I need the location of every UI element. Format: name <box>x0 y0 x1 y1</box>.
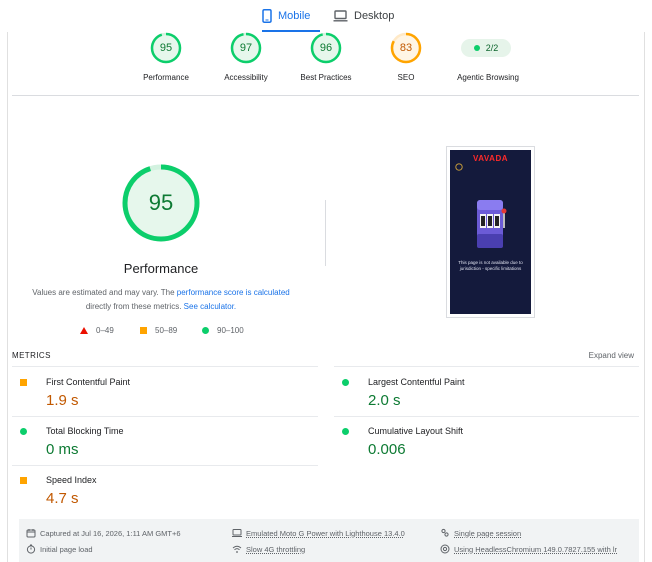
metric-tbt-name: Total Blocking Time <box>46 426 124 436</box>
note-text-2: directly from these metrics. <box>85 302 184 311</box>
calendar-icon <box>26 528 36 538</box>
slot-machine-icon <box>477 200 507 248</box>
pass-circle-icon <box>342 428 349 435</box>
metrics-divider-right-2 <box>334 416 639 417</box>
footer-browser[interactable]: Using HeadlessChromium 149.0.7827.155 wi… <box>440 544 617 554</box>
legend-fail: 0–49 <box>80 325 114 335</box>
footer-throttling[interactable]: Slow 4G throttling <box>232 544 305 554</box>
note-text-1: Values are estimated and may vary. The <box>32 288 177 297</box>
metric-cls-value: 0.006 <box>368 441 406 458</box>
metric-si-name: Speed Index <box>46 475 97 485</box>
average-square-icon <box>140 326 147 334</box>
footer-session-text: Single page session <box>454 528 522 538</box>
pass-circle-icon <box>202 326 209 334</box>
screenshot-brand-logo: VAVADA <box>473 154 508 163</box>
performance-score-link[interactable]: performance score is calculated <box>177 288 290 297</box>
footer-captured: Captured at Jul 16, 2026, 1:11 AM GMT+6 <box>26 528 181 538</box>
final-screenshot[interactable]: VAVADA This page is not available due to… <box>446 146 535 318</box>
gauge-best-practices-value: 96 <box>319 42 333 54</box>
see-calculator-link[interactable]: See calculator. <box>184 302 236 311</box>
chromium-icon <box>440 544 450 554</box>
gauge-agentic-label: Agentic Browsing <box>457 73 519 82</box>
metrics-divider-left-2 <box>12 416 318 417</box>
legend-average: 50–89 <box>140 325 177 335</box>
header-divider <box>12 95 639 96</box>
device-icon <box>232 528 242 538</box>
gauge-performance[interactable]: 95 Performance <box>126 32 206 92</box>
average-square-icon <box>20 379 27 386</box>
final-screenshot-screen: VAVADA This page is not available due to… <box>450 150 531 314</box>
metric-fcp-name: First Contentful Paint <box>46 377 131 387</box>
gauge-seo[interactable]: 83 SEO <box>366 32 446 92</box>
footer-initial-load: Initial page load <box>26 544 93 554</box>
footer-browser-text: Using HeadlessChromium 149.0.7827.155 wi… <box>454 544 618 554</box>
agentic-score-pill: 2/2 <box>461 39 511 57</box>
gauge-agentic-browsing[interactable]: 2/2 Agentic Browsing <box>448 32 528 92</box>
pass-circle-icon <box>342 379 349 386</box>
footer-throttling-text: Slow 4G throttling <box>246 544 306 554</box>
tab-desktop[interactable]: Desktop <box>333 0 395 32</box>
expand-view-toggle[interactable]: Expand view <box>589 351 634 360</box>
legend-pass-label: 90–100 <box>217 325 244 335</box>
footer-device[interactable]: Emulated Moto G Power with Lighthouse 13… <box>232 528 405 538</box>
gauge-accessibility[interactable]: 97 Accessibility <box>206 32 286 92</box>
metric-lcp-name: Largest Contentful Paint <box>368 377 465 387</box>
metrics-divider-left-3 <box>12 465 318 466</box>
frame-right-border <box>644 32 645 562</box>
laptop-icon <box>333 10 348 22</box>
wifi-icon <box>232 544 242 554</box>
metrics-divider-right-1 <box>334 366 639 367</box>
tab-desktop-label: Desktop <box>354 10 395 22</box>
pass-dot-icon <box>473 45 480 51</box>
legend-average-label: 50–89 <box>155 325 178 335</box>
tab-mobile-label: Mobile <box>278 10 311 22</box>
screenshot-badge-icon <box>455 163 463 171</box>
footer-session[interactable]: Single page session <box>440 528 521 538</box>
metrics-divider-left-1 <box>12 366 318 367</box>
agentic-score-value: 2/2 <box>485 43 499 53</box>
people-icon <box>440 528 450 538</box>
metric-si-value: 4.7 s <box>46 490 79 507</box>
runtime-settings: Captured at Jul 16, 2026, 1:11 AM GMT+6 … <box>19 519 639 562</box>
footer-captured-text: Captured at Jul 16, 2026, 1:11 AM GMT+6 <box>40 528 181 538</box>
gauge-accessibility-value: 97 <box>239 42 253 54</box>
frame-left-border <box>7 32 8 562</box>
fail-triangle-icon <box>80 326 88 334</box>
legend-fail-label: 0–49 <box>96 325 114 335</box>
pass-circle-icon <box>20 428 27 435</box>
metric-fcp-value: 1.9 s <box>46 392 79 409</box>
footer-initial-load-text: Initial page load <box>40 544 93 554</box>
phone-icon <box>262 9 272 23</box>
performance-title: Performance <box>123 261 199 276</box>
footer-device-text: Emulated Moto G Power with Lighthouse 13… <box>246 528 405 538</box>
tab-mobile[interactable]: Mobile <box>262 0 320 32</box>
device-tabs: Mobile Desktop <box>0 0 652 32</box>
metrics-heading: METRICS <box>12 351 51 360</box>
metric-tbt-value: 0 ms <box>46 441 79 458</box>
performance-score-value: 95 <box>148 190 174 215</box>
average-square-icon <box>20 477 27 484</box>
screenshot-message: This page is not available due to jurisd… <box>458 260 523 271</box>
timer-icon <box>26 544 36 554</box>
gauge-seo-value: 83 <box>399 42 413 54</box>
metric-cls-name: Cumulative Layout Shift <box>368 426 464 436</box>
summary-vertical-divider <box>325 200 326 266</box>
performance-gauge-large: 95 <box>121 163 201 243</box>
score-note: Values are estimated and may vary. The p… <box>20 286 302 314</box>
gauge-performance-value: 95 <box>159 42 173 54</box>
legend-pass: 90–100 <box>202 325 244 335</box>
gauge-best-practices[interactable]: 96 Best Practices <box>286 32 366 92</box>
metric-lcp-value: 2.0 s <box>368 392 401 409</box>
